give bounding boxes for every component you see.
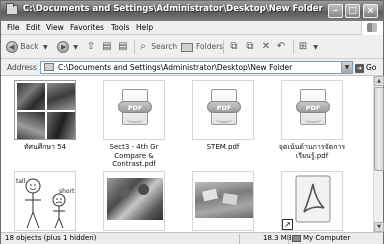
vertical-scrollbar[interactable]: ▲ ▼ (373, 76, 384, 232)
menu-help[interactable]: Help (136, 23, 153, 32)
file-name: ทัศนศึกษา 54 (23, 143, 67, 151)
views-button[interactable]: ⊞ ▼ (297, 39, 318, 55)
menu-tools[interactable]: Tools (111, 23, 129, 32)
go-label: Go (366, 63, 377, 72)
folder-icon (6, 3, 18, 15)
minimize-button[interactable]: – (328, 4, 343, 18)
toolbar-separator (293, 40, 294, 54)
close-button[interactable]: × (363, 4, 378, 18)
pdf-icon: PDF (207, 89, 241, 129)
file-item[interactable] (181, 171, 265, 232)
copy-to-icon: ⧉ (246, 41, 254, 52)
pdf-icon: PDF (118, 89, 152, 129)
pdf-thumbnail: PDF (103, 80, 165, 140)
views-icon: ⊞ (298, 41, 308, 52)
photo-thumbnail (192, 171, 254, 231)
file-name: STEM.pdf (206, 143, 240, 151)
drawing-thumbnail: tall short (14, 171, 76, 231)
pdf-thumbnail: PDF (281, 80, 343, 140)
file-name: Sect3 - 4th Gr Compare & Contrast.pdf (109, 143, 159, 168)
scroll-thumb[interactable] (374, 87, 384, 171)
status-bar: 18 objects (plus 1 hidden) 18.3 MB My Co… (1, 232, 383, 244)
menu-bar: File Edit View Favorites Tools Help (1, 21, 383, 35)
file-item[interactable] (92, 171, 176, 232)
file-item[interactable]: tall short (3, 171, 87, 232)
folders-label: Folders (196, 42, 224, 51)
address-bar: Address C:\Documents and Settings\Admini… (1, 59, 383, 76)
go-button[interactable]: ➜ Go (355, 61, 381, 74)
pdf-icon: PDF (296, 89, 330, 129)
back-label: Back (20, 42, 39, 51)
move-to-button[interactable]: ⧉ (228, 39, 240, 55)
window-title: C:\Documents and Settings\Administrator\… (23, 4, 323, 14)
pdf-thumbnail: PDF (192, 80, 254, 140)
short-label: short (59, 188, 75, 195)
tool-button[interactable]: ▤ (117, 39, 129, 55)
search-label: Search (151, 42, 178, 51)
scroll-up-button[interactable]: ▲ (374, 76, 384, 86)
delete-icon: ✕ (261, 41, 271, 52)
maximize-button[interactable]: □ (345, 4, 360, 18)
title-bar[interactable]: C:\Documents and Settings\Administrator\… (1, 1, 383, 21)
photo-folder-thumbnail (14, 80, 76, 140)
menu-edit[interactable]: Edit (26, 23, 41, 32)
menu-favorites[interactable]: Favorites (70, 23, 104, 32)
move-to-icon: ⧉ (230, 41, 238, 52)
computer-icon (292, 234, 301, 242)
toolbar-separator (134, 40, 135, 54)
folder-icon (44, 63, 54, 71)
file-item[interactable]: PDF STEM.pdf (181, 80, 265, 152)
folder-icon: ▤ (118, 41, 128, 52)
up-folder-icon: ⇧ (86, 41, 96, 52)
undo-button[interactable]: ↶ (275, 39, 287, 55)
file-item[interactable]: PDF Sect3 - 4th Gr Compare & Contrast.pd… (92, 80, 176, 169)
menu-view[interactable]: View (46, 23, 64, 32)
children-photo (107, 178, 163, 220)
up-folder-button[interactable]: ⇧ (85, 39, 97, 55)
undo-icon: ↶ (276, 41, 286, 52)
object-count: 18 objects (plus 1 hidden) (5, 234, 97, 242)
address-field[interactable]: C:\Documents and Settings\Administrator\… (40, 61, 353, 74)
explorer-window: C:\Documents and Settings\Administrator\… (0, 0, 384, 244)
copy-to-button[interactable]: ⧉ (244, 39, 256, 55)
tool-button[interactable]: ▤ (101, 39, 113, 55)
shortcut-arrow-icon: ↗ (282, 219, 293, 230)
photo-thumbnail (103, 171, 165, 231)
windows-logo-icon (361, 21, 383, 35)
forward-button[interactable]: ▼ (57, 39, 78, 55)
file-item[interactable]: PDF จุดเน้นด้านการจัดการเรียนรู้.pdf (270, 80, 354, 160)
folder-preview-icon (17, 83, 75, 139)
go-arrow-icon: ➜ (355, 63, 364, 73)
tall-label: tall (16, 178, 26, 185)
delete-button[interactable]: ✕ (260, 39, 272, 55)
menu-file[interactable]: File (7, 23, 20, 32)
location-label: My Computer (303, 234, 351, 242)
chevron-down-icon: ▼ (43, 44, 48, 51)
shortcut-thumbnail: ↗ (281, 171, 343, 231)
folder-icon: ▤ (102, 41, 112, 52)
address-path: C:\Documents and Settings\Administrator\… (58, 63, 293, 72)
chevron-down-icon: ▼ (313, 44, 319, 51)
location-zone: My Computer (292, 234, 350, 242)
search-button[interactable]: ⌕ Search (137, 39, 177, 55)
toolbar: Back ▼ ▼ ⇧ ▤ ▤ ⌕ Search Folders ⧉ ⧉ (1, 35, 383, 59)
folders-icon (181, 42, 193, 52)
address-label: Address (7, 63, 37, 72)
back-arrow-icon (6, 39, 18, 55)
back-button[interactable]: Back ▼ (6, 39, 48, 55)
file-name: จุดเน้นด้านการจัดการเรียนรู้.pdf (278, 143, 346, 160)
toolbar-separator (223, 40, 224, 54)
address-dropdown-button[interactable]: ▼ (341, 62, 352, 73)
chevron-down-icon: ▼ (73, 44, 79, 51)
scroll-down-button[interactable]: ▼ (374, 222, 384, 232)
forward-arrow-icon (57, 39, 69, 55)
file-item[interactable]: ทัศนศึกษา 54 (3, 80, 87, 152)
search-icon: ⌕ (140, 41, 146, 52)
folders-button[interactable]: Folders (181, 39, 223, 55)
file-item[interactable]: ↗ (270, 171, 354, 232)
file-list: ทัศนศึกษา 54 PDF Sect3 - 4th Gr Compare … (1, 76, 373, 232)
